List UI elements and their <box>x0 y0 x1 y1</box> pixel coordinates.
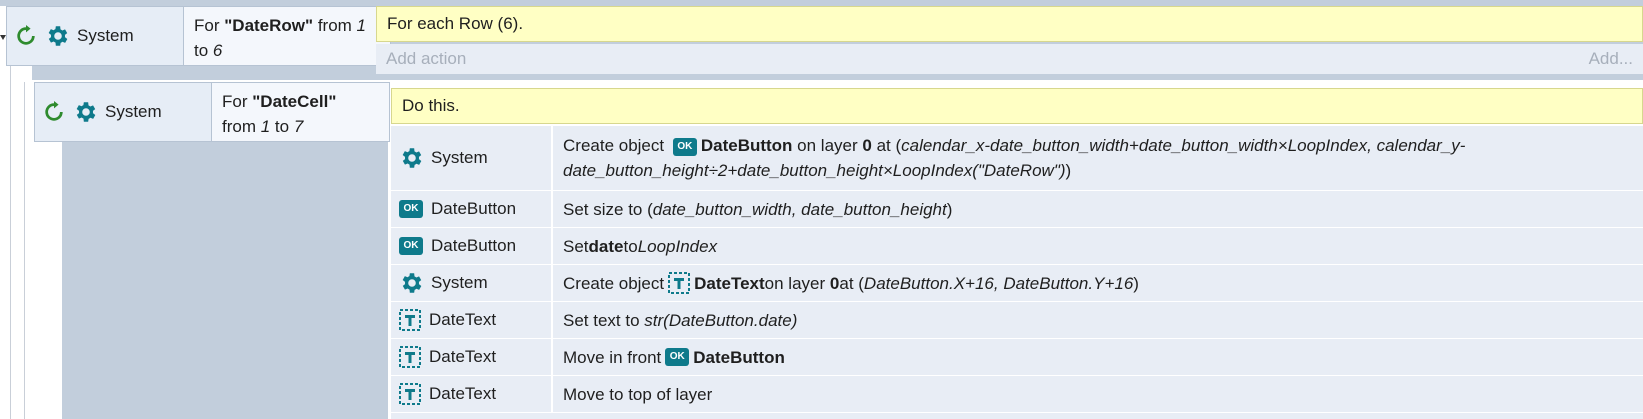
add-action-row[interactable]: Add action Add... <box>376 44 1643 74</box>
action-object: System <box>391 265 553 301</box>
action-row[interactable]: System Create object DateText on layer 0… <box>391 265 1643 302</box>
sprite-button-icon: OK <box>672 137 697 156</box>
add-action-link[interactable]: Add action <box>386 49 466 69</box>
event-comment[interactable]: Do this. <box>391 88 1643 124</box>
action-object: OK DateButton <box>391 228 553 264</box>
action-object: DateText <box>391 339 553 375</box>
sprite-button-icon: OK <box>665 348 690 366</box>
action-row[interactable]: OK DateButton Set date to LoopIndex <box>391 228 1643 265</box>
action-text: Move in front OK DateButton <box>563 347 785 367</box>
event-comment[interactable]: For each Row (6). <box>376 6 1643 42</box>
action-list: System Create object OK DateButton on lay… <box>391 126 1643 419</box>
action-row[interactable]: DateText Move to top of layer <box>391 376 1643 413</box>
gear-icon <box>76 102 96 122</box>
sprite-button-icon: OK <box>399 200 423 218</box>
condition-datecell[interactable]: System For "DateCell" from 1 to 7 <box>34 82 390 142</box>
action-row[interactable]: DateText Set text to str(DateButton.date… <box>391 302 1643 339</box>
tree-line <box>24 82 25 419</box>
condition-text: For "DateRow" from 1 to 6 <box>194 16 367 60</box>
action-row[interactable]: OK DateButton Set size to (date_button_w… <box>391 191 1643 228</box>
text-object-icon <box>399 309 421 331</box>
action-object: DateText <box>391 302 553 338</box>
condition-object: System <box>7 7 184 65</box>
action-object: DateText <box>391 376 553 412</box>
add-more-link[interactable]: Add... <box>1589 49 1633 69</box>
action-object: System <box>391 126 553 190</box>
action-text: Create object DateText on layer 0 at (Da… <box>563 272 1139 294</box>
condition-daterow[interactable]: System For "DateRow" from 1 to 6 <box>6 6 391 66</box>
action-text: Set text to str(DateButton.date) <box>563 310 798 330</box>
text-object-icon <box>399 383 421 405</box>
action-text: Create object OK DateButton on layer 0 at… <box>563 136 1466 180</box>
gear-icon <box>402 148 422 168</box>
action-text: Set date to LoopIndex <box>563 236 718 256</box>
condition-object-name: System <box>77 26 134 45</box>
text-object-icon <box>399 346 421 368</box>
condition-object-name: System <box>105 102 162 121</box>
tree-line <box>10 66 11 419</box>
gear-icon <box>48 26 68 46</box>
sprite-button-icon: OK <box>399 237 423 255</box>
action-row[interactable]: DateText Move in front OK DateButton <box>391 339 1643 376</box>
action-text: Move to top of layer <box>563 384 713 404</box>
loop-icon <box>17 25 35 45</box>
gear-icon <box>402 273 422 293</box>
action-object: OK DateButton <box>391 191 553 227</box>
text-object-icon <box>668 272 691 294</box>
action-text: Set size to (date_button_width, date_but… <box>563 199 953 219</box>
loop-icon <box>45 101 63 121</box>
condition-object: System <box>35 83 212 141</box>
condition-text: For "DateCell" from 1 to 7 <box>222 92 337 136</box>
action-row[interactable]: System Create object OK DateButton on lay… <box>391 126 1643 191</box>
